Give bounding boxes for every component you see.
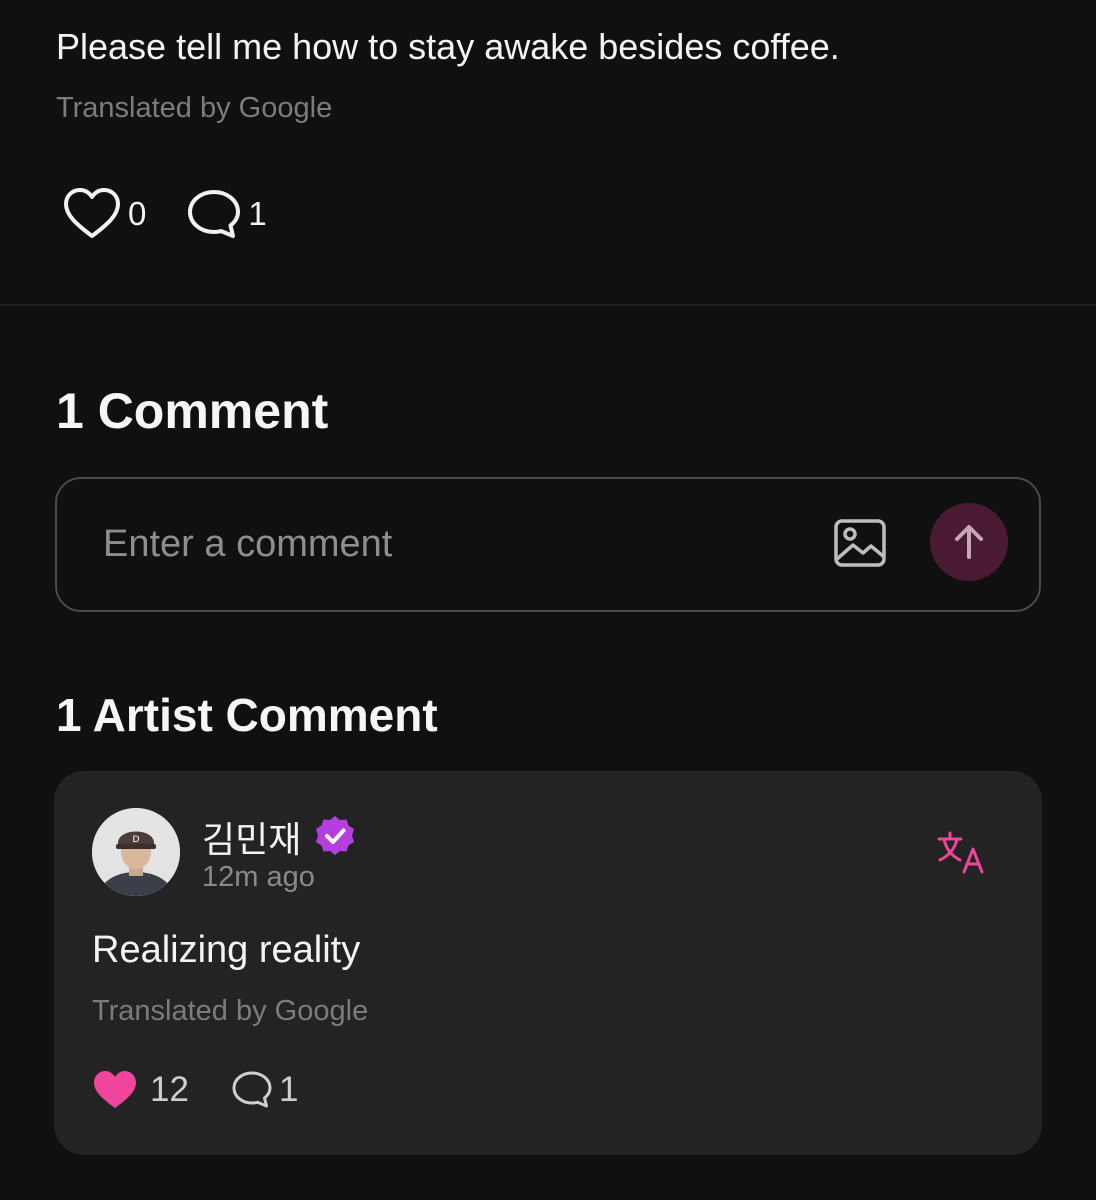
speech-bubble-icon [232, 1071, 272, 1108]
image-icon [834, 519, 886, 567]
post-translated-note: Translated by Google [56, 92, 333, 124]
send-comment-button[interactable] [930, 503, 1008, 581]
section-divider [0, 304, 1096, 306]
translate-icon [937, 831, 984, 874]
author-name[interactable]: 김민재 [202, 811, 301, 863]
post-comment-count: 1 [248, 195, 267, 232]
attach-image-button[interactable] [833, 517, 887, 569]
artist-comments-title: 1 Artist Comment [56, 689, 438, 741]
artist-comment-card[interactable]: D 김민재 12m ago Realizing reality Translat… [54, 771, 1042, 1155]
arrow-up-icon [955, 525, 983, 559]
comment-translated-note: Translated by Google [92, 995, 369, 1027]
svg-text:D: D [133, 835, 140, 845]
comment-actions: 12 1 [92, 1067, 298, 1113]
post-actions: 0 1 [62, 186, 267, 242]
verified-badge-icon [316, 816, 354, 855]
translate-button[interactable] [936, 829, 986, 875]
avatar[interactable]: D [92, 808, 180, 896]
comment-like-button[interactable]: 12 [92, 1069, 189, 1111]
post-like-button[interactable]: 0 [62, 186, 146, 242]
comment-input[interactable]: Enter a comment [103, 523, 392, 566]
heart-filled-icon [94, 1071, 136, 1108]
comment-text: Realizing reality [92, 929, 361, 971]
comment-timestamp: 12m ago [202, 861, 315, 893]
comments-title: 1 Comment [56, 383, 329, 439]
post-like-count: 0 [128, 195, 147, 232]
comment-reply-button[interactable]: 1 [231, 1070, 298, 1110]
post-comment-button[interactable]: 1 [186, 188, 267, 240]
post-text: Please tell me how to stay awake besides… [56, 26, 840, 67]
heart-outline-icon [64, 188, 120, 238]
comment-input-box[interactable]: Enter a comment [55, 477, 1041, 612]
comment-like-count: 12 [150, 1070, 189, 1109]
comment-reply-count: 1 [278, 1070, 299, 1109]
speech-bubble-icon [188, 190, 241, 238]
